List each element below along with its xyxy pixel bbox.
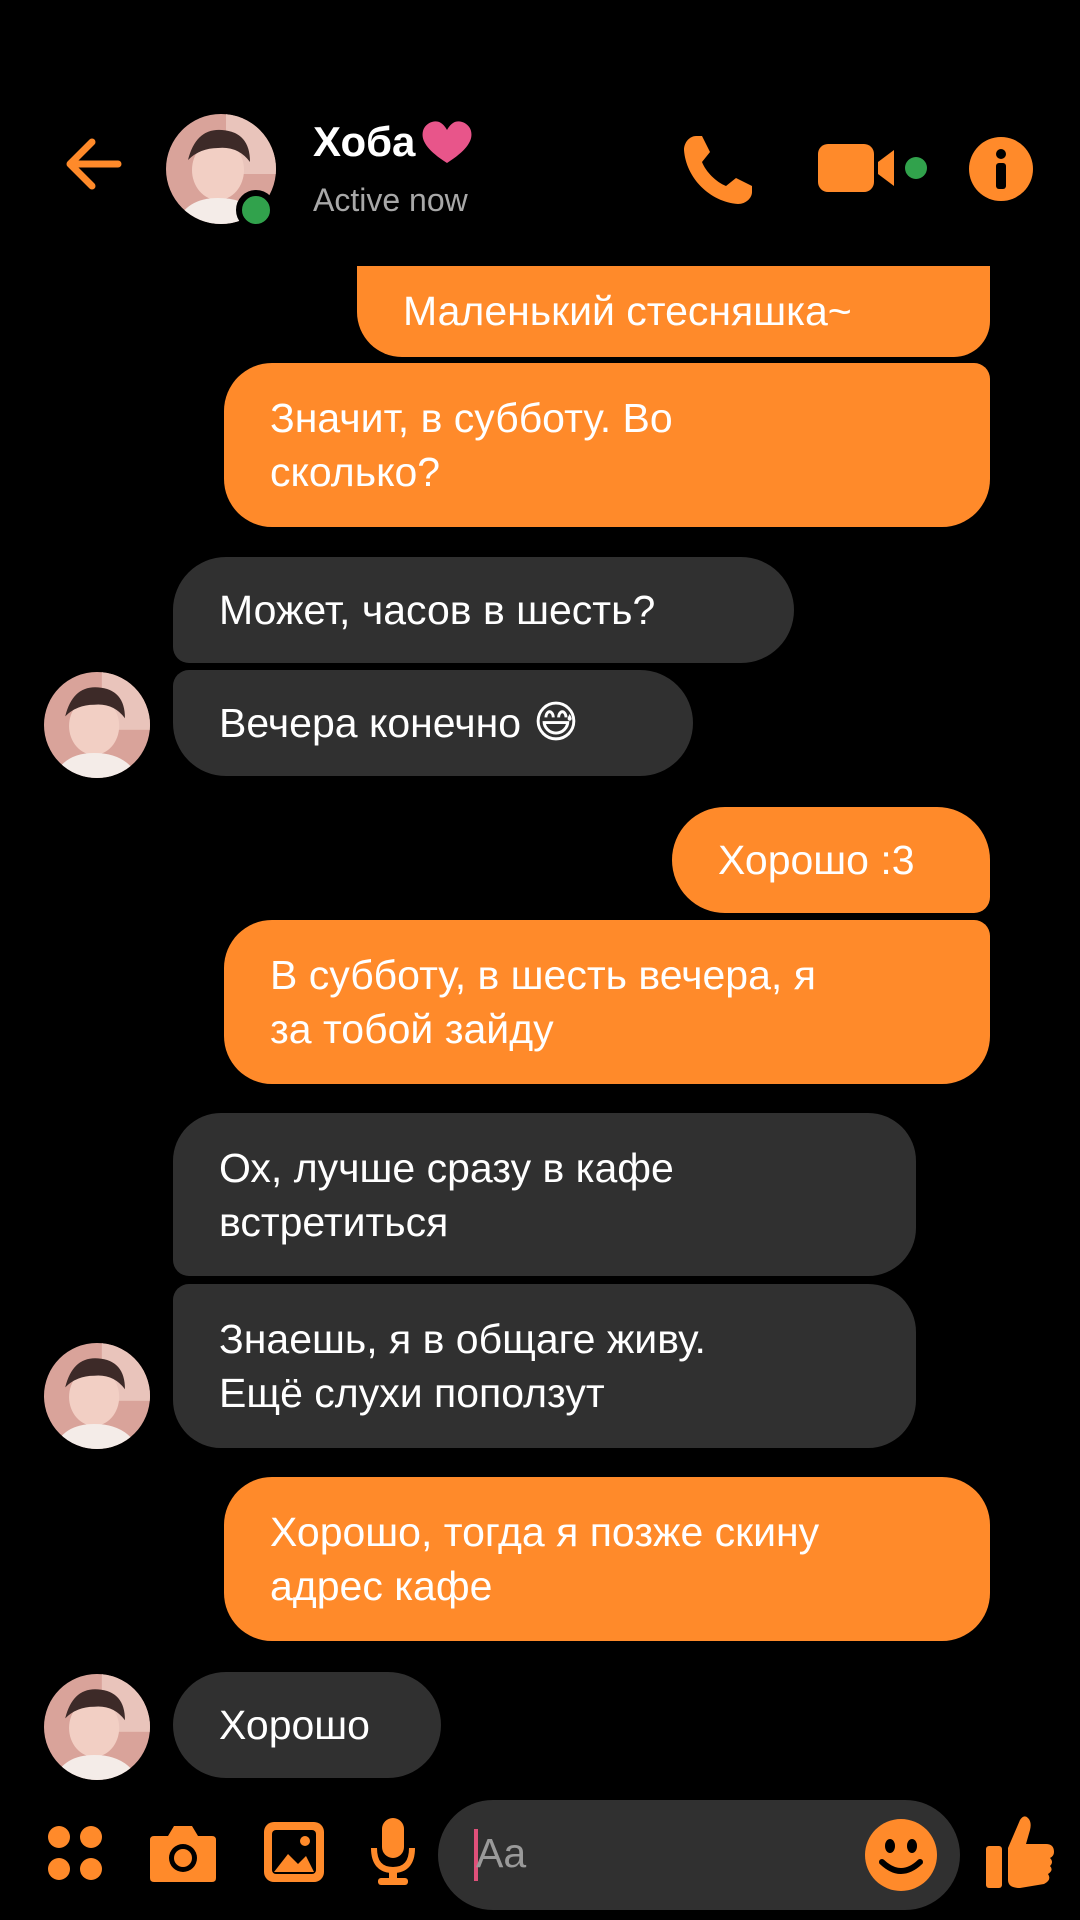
incoming-message[interactable]: Вечера конечно 😅 (173, 670, 693, 776)
apps-button[interactable] (46, 1824, 104, 1882)
outgoing-message[interactable]: В субботу, в шесть вечера, я за тобой за… (224, 920, 990, 1084)
camera-icon (150, 1826, 216, 1882)
back-arrow-icon (66, 138, 122, 190)
message-text: Ещё слухи поползут (219, 1370, 605, 1416)
camera-button[interactable] (148, 1820, 218, 1884)
message-text: встретиться (219, 1199, 449, 1245)
outgoing-message[interactable]: Значит, в субботу. Во сколько? (224, 363, 990, 527)
avatar-photo (44, 1674, 150, 1780)
sender-avatar[interactable] (44, 1343, 150, 1449)
sweat-smile-emoji: 😅 (533, 698, 579, 747)
outgoing-message[interactable]: Хорошо :3 (672, 807, 990, 913)
info-icon (969, 137, 1033, 201)
thumbs-up-icon (986, 1816, 1054, 1888)
emoji-icon (865, 1819, 937, 1891)
message-text: Хорошо :3 (718, 837, 915, 883)
video-call-button[interactable] (814, 138, 934, 198)
message-text: Знаешь, я в общаге живу. (219, 1316, 706, 1362)
sender-avatar[interactable] (44, 672, 150, 778)
incoming-message[interactable]: Ох, лучше сразу в кафе встретиться (173, 1113, 916, 1276)
incoming-message[interactable]: Знаешь, я в общаге живу. Ещё слухи попол… (173, 1284, 916, 1448)
phone-icon (684, 136, 752, 204)
outgoing-message[interactable]: Маленький стесняшка~ (357, 266, 990, 357)
message-text: Ох, лучше сразу в кафе (219, 1145, 674, 1191)
message-text: Может, часов в шесть? (219, 587, 656, 633)
gallery-icon (264, 1822, 324, 1882)
apps-icon (48, 1826, 102, 1880)
active-status: Active now (313, 182, 468, 218)
avatar-photo (44, 1343, 150, 1449)
conversation-header: Хоба Active now (0, 0, 1080, 262)
sender-avatar[interactable] (44, 1674, 150, 1780)
avatar-photo (44, 672, 150, 778)
message-text: за тобой зайду (270, 1006, 554, 1052)
message-text: Маленький стесняшка~ (403, 288, 852, 334)
outgoing-message[interactable]: Хорошо, тогда я позже скину адрес кафе (224, 1477, 990, 1641)
like-button[interactable] (984, 1814, 1056, 1890)
microphone-icon (371, 1818, 415, 1885)
message-text: Значит, в субботу. Во (270, 395, 673, 441)
contact-name-text: Хоба (313, 118, 416, 165)
message-text: Вечера конечно 😅 (219, 696, 647, 750)
emoji-button[interactable] (864, 1818, 938, 1892)
online-indicator (236, 190, 276, 230)
voice-call-button[interactable] (676, 130, 758, 212)
contact-name[interactable]: Хоба (313, 118, 475, 166)
incoming-message[interactable]: Может, часов в шесть? (173, 557, 794, 663)
voice-message-button[interactable] (370, 1816, 416, 1886)
message-input-placeholder: Aa (476, 1830, 527, 1876)
message-text: адрес кафе (270, 1563, 493, 1609)
gallery-button[interactable] (262, 1820, 326, 1884)
video-camera-icon (818, 144, 927, 192)
message-text: Хорошо (219, 1702, 370, 1748)
message-text: Хорошо, тогда я позже скину (270, 1509, 820, 1555)
message-text-content: Вечера конечно (219, 700, 522, 746)
info-button[interactable] (968, 136, 1034, 202)
incoming-message[interactable]: Хорошо (173, 1672, 441, 1778)
message-text: В субботу, в шесть вечера, я (270, 952, 816, 998)
heart-icon (422, 121, 472, 163)
message-text: сколько? (270, 449, 441, 495)
back-button[interactable] (58, 128, 130, 200)
